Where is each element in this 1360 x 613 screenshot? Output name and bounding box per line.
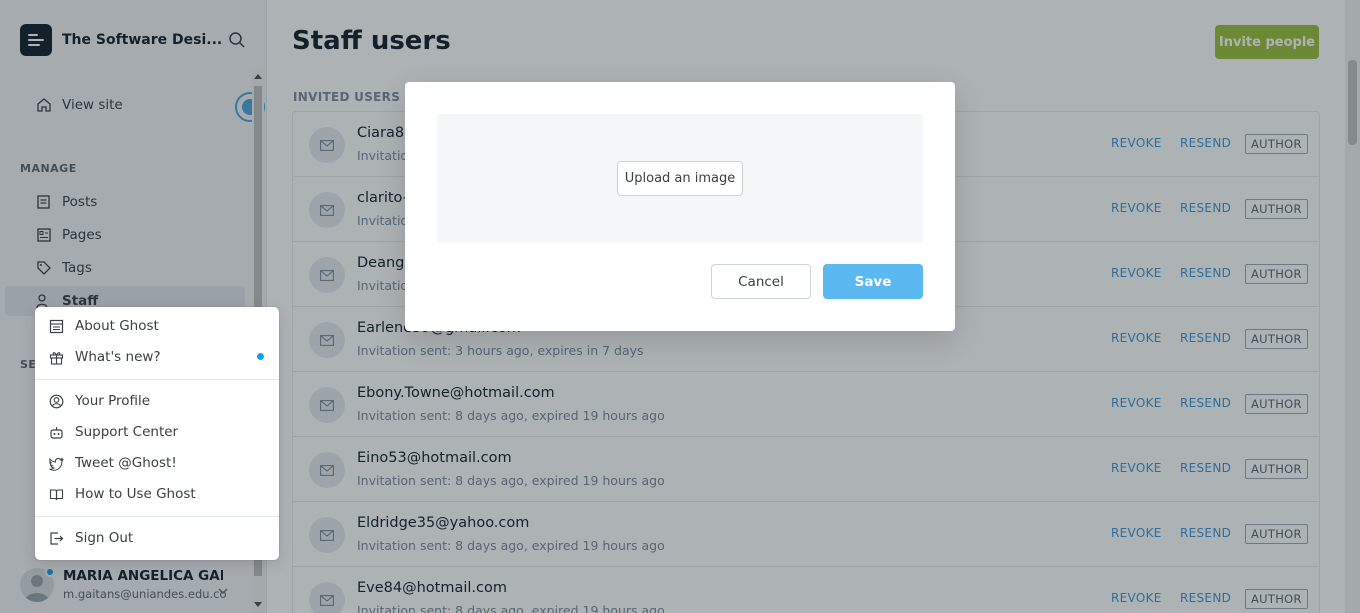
support-icon [50, 426, 63, 439]
menu-item-label: What's new? [75, 349, 161, 365]
sign-out-icon [50, 531, 64, 545]
menu-item-whats-new[interactable]: What's new? [49, 349, 161, 365]
menu-item-about-ghost[interactable]: About Ghost [49, 318, 159, 334]
menu-item-label: Support Center [75, 424, 179, 440]
menu-item-label: Your Profile [75, 393, 151, 409]
menu-divider [35, 516, 279, 517]
menu-item-how-to-use-ghost[interactable]: How to Use Ghost [49, 486, 196, 502]
user-dropdown-menu: About Ghost What's new? Your Profile Sup… [35, 307, 279, 560]
book-icon [49, 488, 64, 500]
upload-image-modal: Upload an image Cancel Save [405, 82, 955, 331]
menu-item-tweet-ghost[interactable]: Tweet @Ghost! [49, 455, 177, 471]
menu-item-label: About Ghost [75, 318, 159, 334]
twitter-icon [49, 456, 64, 471]
menu-item-sign-out[interactable]: Sign Out [49, 530, 133, 546]
new-indicator-dot-icon [257, 353, 264, 360]
gift-icon [49, 351, 64, 365]
upload-image-button[interactable]: Upload an image [617, 161, 743, 196]
menu-item-label: Sign Out [75, 530, 134, 546]
menu-divider [35, 379, 279, 380]
save-button[interactable]: Save [823, 264, 923, 299]
cancel-button[interactable]: Cancel [711, 264, 811, 299]
ghost-icon [49, 319, 64, 333]
menu-item-your-profile[interactable]: Your Profile [49, 393, 150, 409]
menu-item-support-center[interactable]: Support Center [49, 424, 178, 440]
menu-item-label: How to Use Ghost [75, 486, 196, 502]
profile-icon [49, 394, 64, 408]
menu-item-label: Tweet @Ghost! [75, 455, 177, 471]
